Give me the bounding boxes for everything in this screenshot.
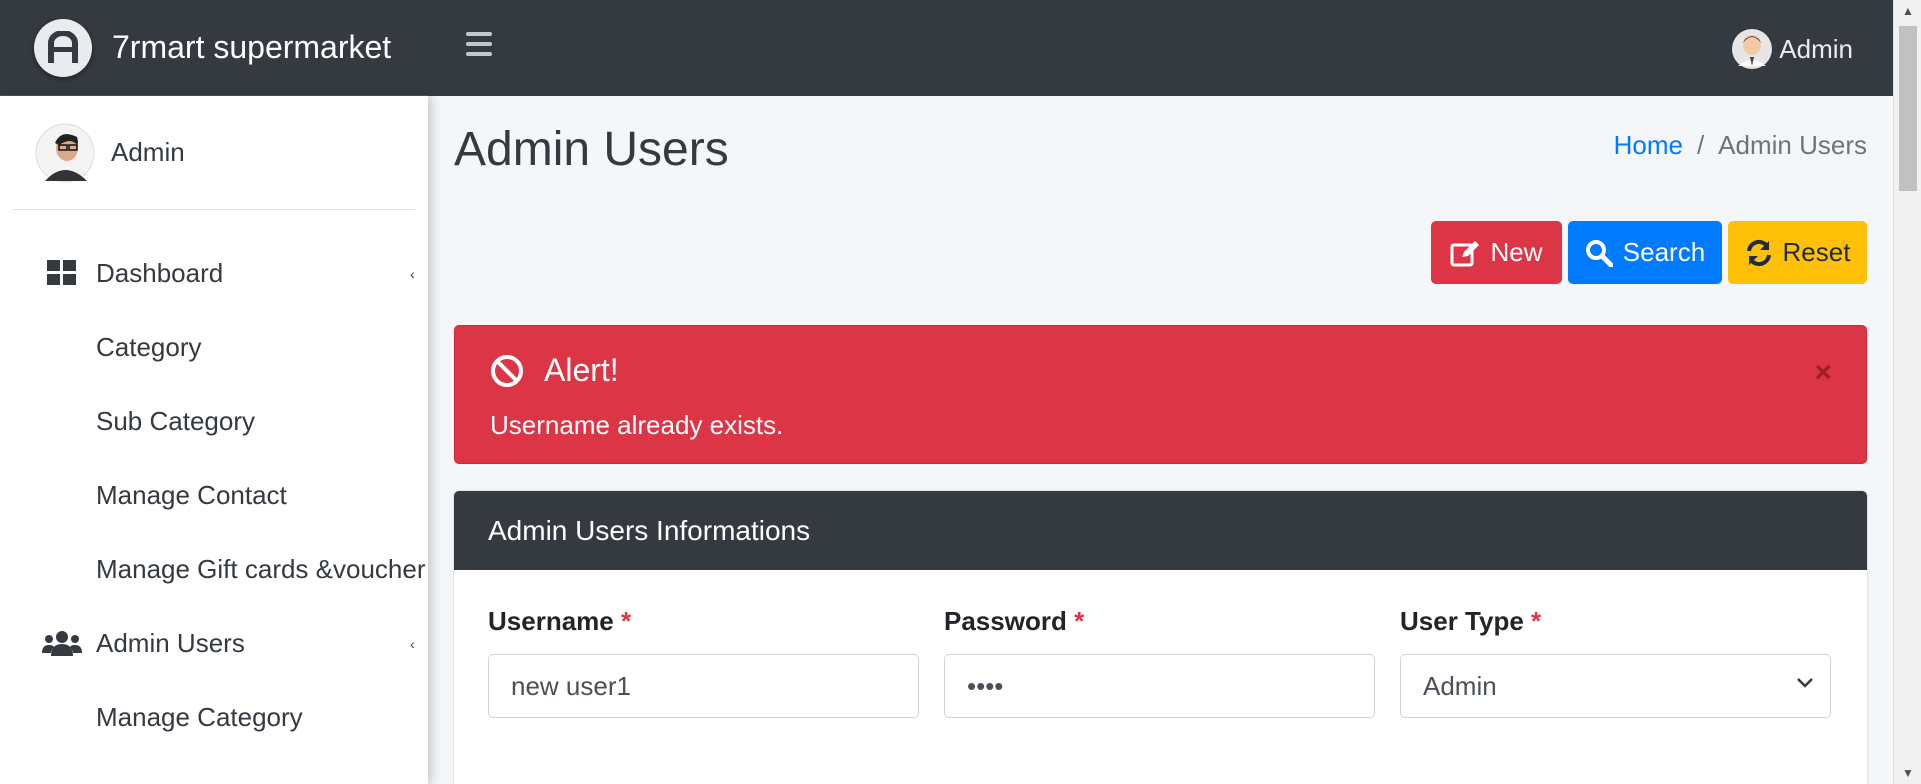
user-type-select[interactable]: Admin (1400, 654, 1831, 718)
dashboard-icon (47, 260, 76, 285)
sidebar-item-admin-users[interactable]: Admin Users ‹ (0, 606, 428, 680)
search-button-label: Search (1622, 237, 1706, 267)
brand-logo-icon (34, 18, 92, 77)
user-type-label: User Type * (1400, 606, 1542, 636)
sidebar: Admin Dashboard ‹ Category Sub Category … (0, 96, 428, 784)
breadcrumb-home-link[interactable]: Home (1614, 130, 1683, 161)
sidebar-nav: Dashboard ‹ Category Sub Category Manage… (0, 236, 428, 754)
edit-icon (1450, 240, 1480, 266)
users-icon (42, 631, 82, 656)
chevron-left-icon: ‹ (410, 636, 415, 652)
new-button[interactable]: New (1431, 221, 1562, 284)
sidebar-user-name: Admin (111, 137, 185, 167)
avatar (35, 123, 95, 182)
user-type-selected-value: Admin (1423, 670, 1497, 701)
alert-message: Username already exists. (490, 410, 784, 440)
required-marker: * (1531, 606, 1542, 636)
password-input[interactable]: •••• (944, 654, 1375, 718)
sidebar-item-label: Manage Gift cards &voucher (96, 553, 426, 584)
password-label: Password * (944, 606, 1085, 636)
sidebar-item-category[interactable]: Category (0, 310, 428, 384)
new-button-label: New (1490, 237, 1543, 267)
error-alert: Alert! Username already exists. × (454, 325, 1867, 464)
alert-heading: Alert! (490, 352, 619, 389)
brand-link[interactable]: 7rmart supermarket (0, 0, 428, 96)
search-icon (1585, 239, 1613, 267)
sidebar-item-label: Sub Category (96, 405, 255, 436)
chevron-left-icon: ‹ (410, 266, 415, 282)
breadcrumb-separator: / (1696, 130, 1705, 160)
sidebar-item-manage-category[interactable]: Manage Category (0, 680, 428, 754)
reset-button[interactable]: Reset (1728, 221, 1867, 284)
required-marker: * (1074, 606, 1085, 636)
close-icon[interactable]: × (1814, 356, 1832, 390)
sidebar-item-label: Dashboard (96, 257, 224, 288)
password-field-group: Password * •••• (944, 606, 1375, 718)
chevron-down-icon (1797, 678, 1813, 688)
sidebar-user-panel[interactable]: Admin (13, 96, 415, 210)
username-label: Username * (488, 606, 632, 636)
alert-title: Alert! (544, 352, 619, 388)
menu-toggle-icon[interactable] (466, 32, 492, 56)
sidebar-item-label: Category (96, 331, 202, 362)
required-marker: * (620, 606, 632, 636)
top-navbar: Admin (428, 0, 1893, 96)
sidebar-item-dashboard[interactable]: Dashboard ‹ (0, 236, 428, 310)
action-bar: New Search Reset (1431, 221, 1867, 284)
search-button[interactable]: Search (1568, 221, 1722, 284)
username-field-group: Username * new user1 (488, 606, 919, 718)
breadcrumb: Home / Admin Users (1614, 130, 1867, 161)
refresh-icon (1746, 239, 1771, 266)
user-avatar-icon (1732, 29, 1773, 69)
user-type-field-group: User Type * Admin (1400, 606, 1831, 718)
reset-button-label: Reset (1782, 237, 1851, 267)
top-user-name: Admin (1779, 33, 1853, 64)
card-title: Admin Users Informations (454, 491, 1867, 570)
sidebar-item-manage-contact[interactable]: Manage Contact (0, 458, 428, 532)
ban-icon (491, 354, 523, 387)
breadcrumb-current: Admin Users (1718, 130, 1867, 160)
sidebar-item-label: Manage Contact (96, 479, 287, 510)
page-scrollbar[interactable]: ▲ ▼ (1893, 0, 1921, 784)
brand-name: 7rmart supermarket (112, 29, 392, 65)
sidebar-item-label: Admin Users (96, 627, 245, 658)
sidebar-item-manage-gift-cards[interactable]: Manage Gift cards &voucher (0, 532, 428, 606)
page-title: Admin Users (454, 123, 729, 176)
scroll-up-arrow-icon[interactable]: ▲ (1894, 0, 1921, 22)
scrollbar-thumb[interactable] (1899, 26, 1917, 191)
sidebar-item-sub-category[interactable]: Sub Category (0, 384, 428, 458)
scroll-down-arrow-icon[interactable]: ▼ (1894, 762, 1921, 784)
sidebar-item-label: Manage Category (96, 701, 303, 732)
top-user-menu[interactable]: Admin (1731, 28, 1853, 70)
username-input[interactable]: new user1 (488, 654, 919, 718)
admin-user-form-card: Admin Users Informations Username * new … (454, 491, 1867, 784)
